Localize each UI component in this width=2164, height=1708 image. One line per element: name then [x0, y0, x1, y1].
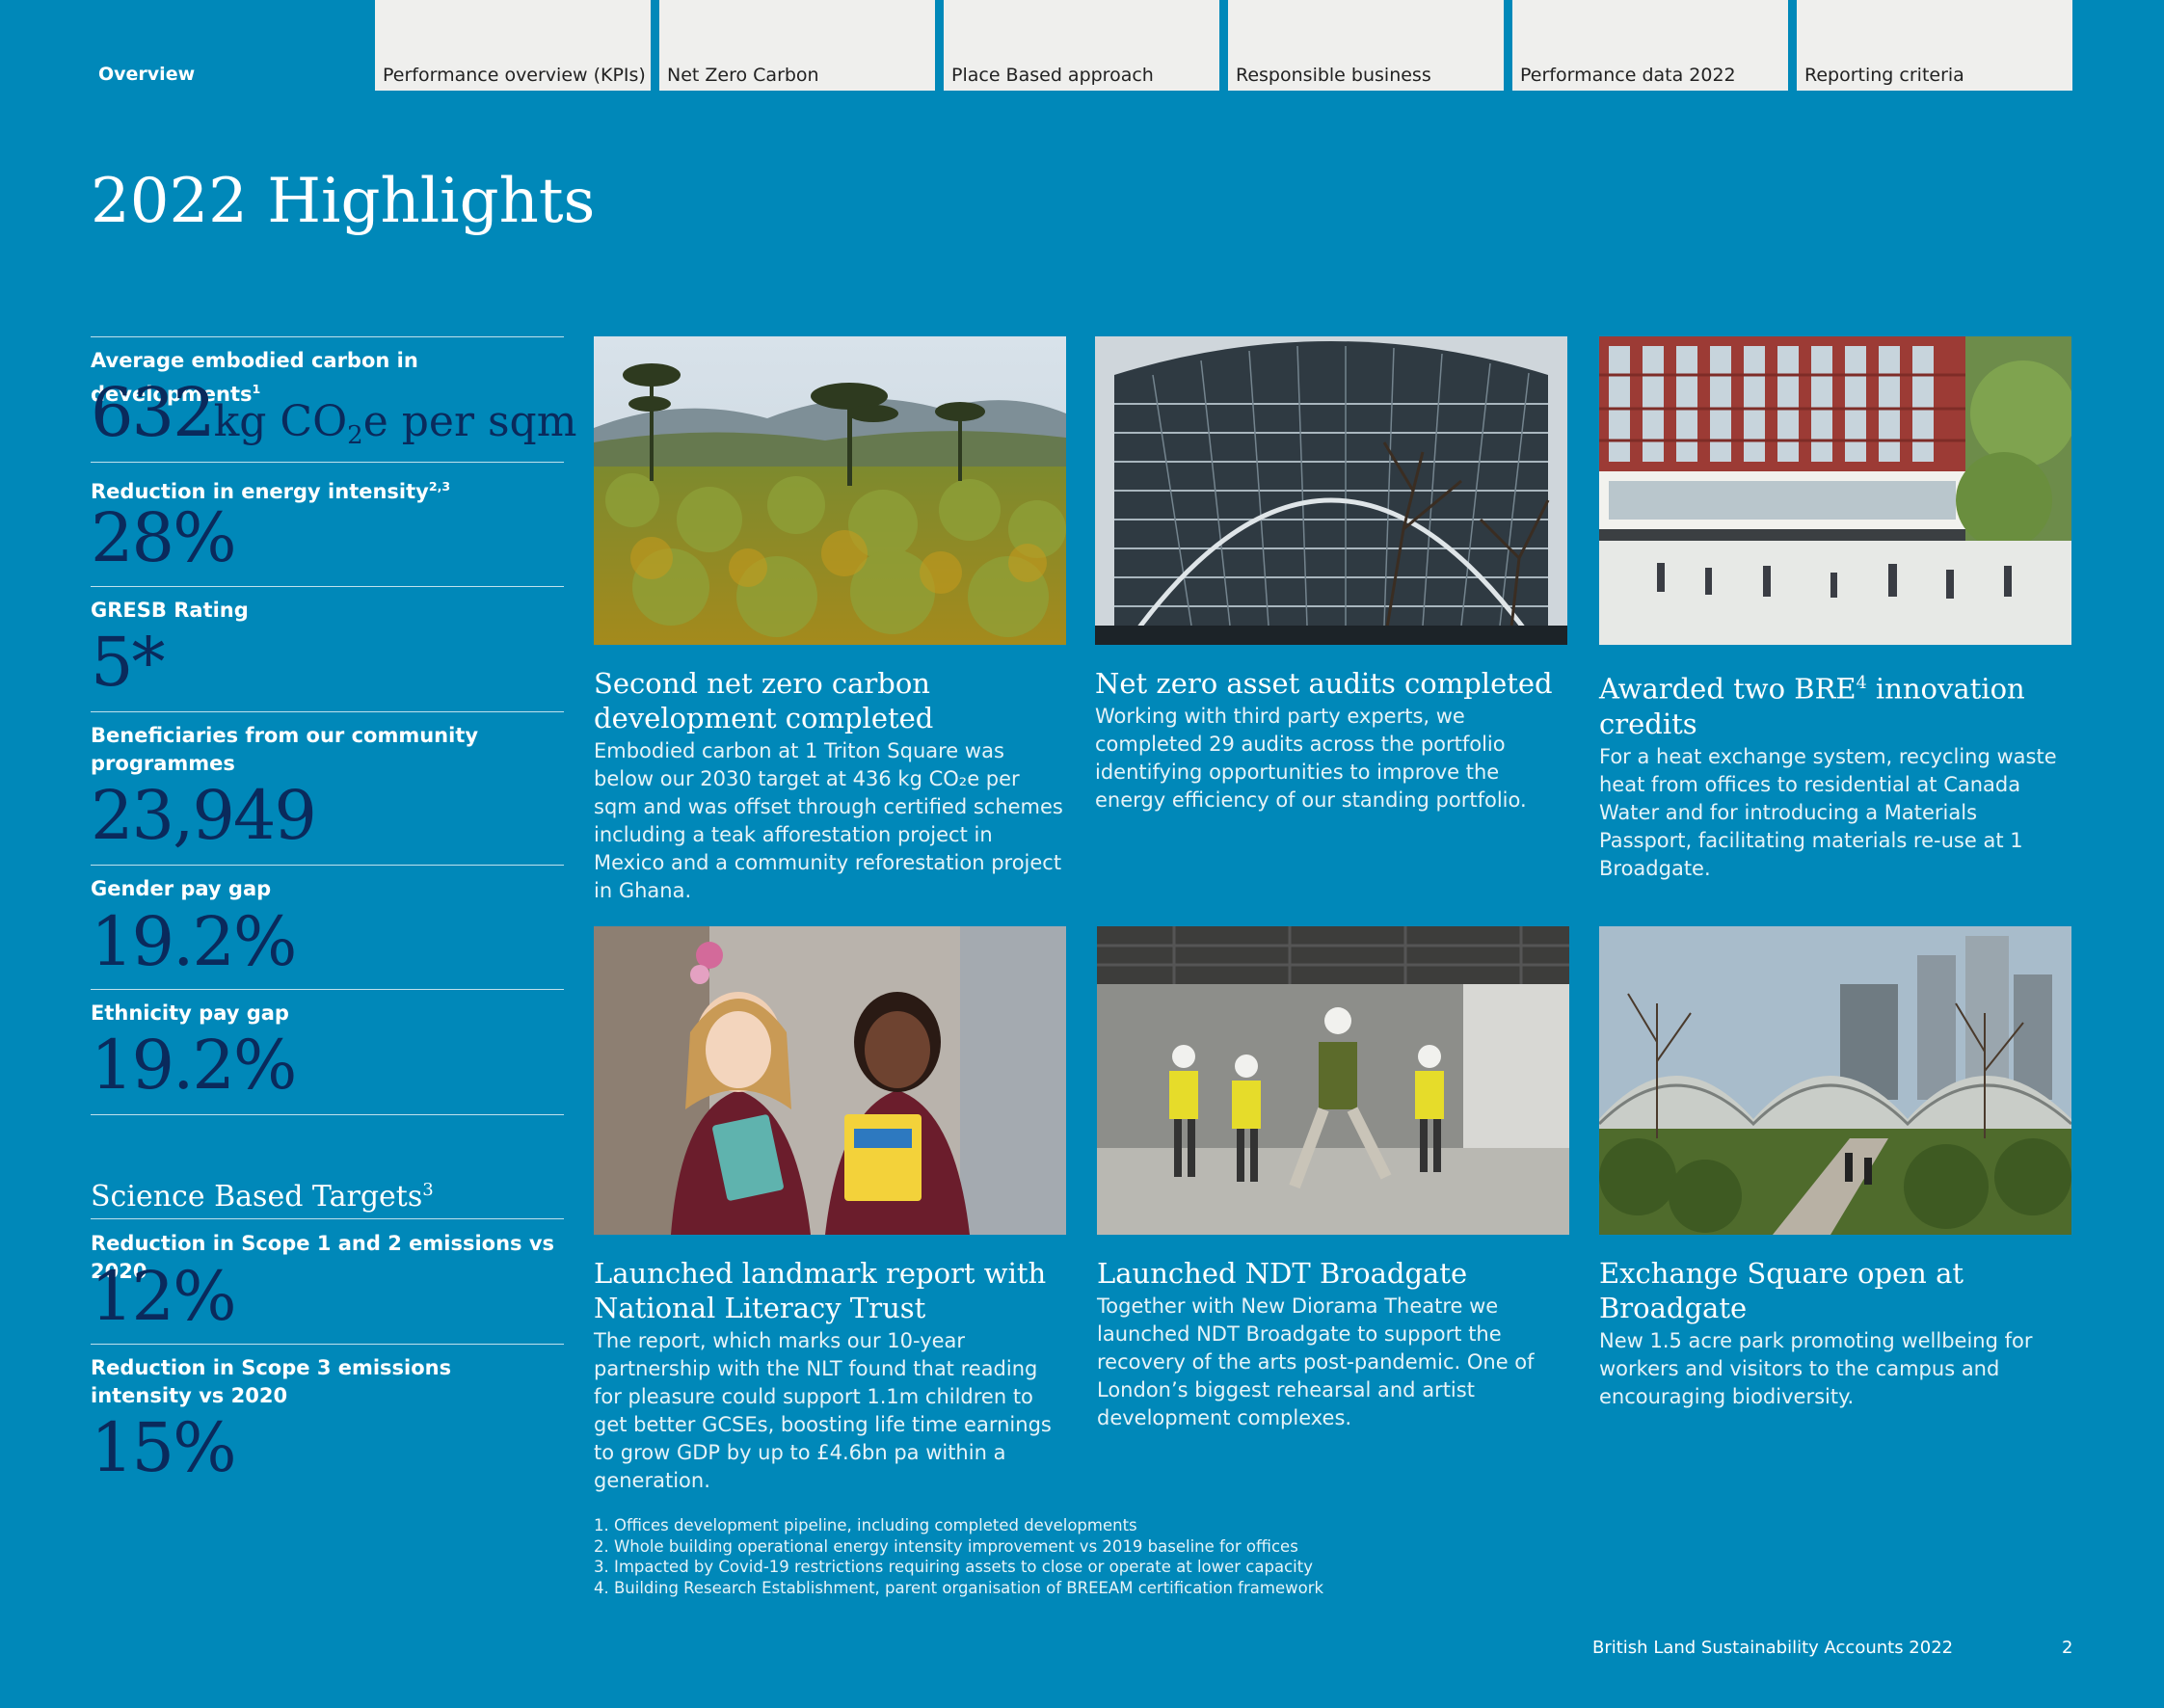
tab-label: Performance overview (KPIs) [383, 65, 646, 86]
tab-net-zero-carbon[interactable]: Net Zero Carbon [659, 0, 935, 91]
divider [91, 711, 564, 712]
highlight-card-net-zero-development: Second net zero carbon development compl… [594, 336, 1068, 905]
footnote: 4. Building Research Establishment, pare… [594, 1578, 1324, 1597]
highlight-card-ndt-broadgate: Launched NDT Broadgate Together with New… [1097, 926, 1571, 1432]
card-text: The report, which marks our 10-year part… [594, 1329, 1052, 1492]
broadgate-building-photo [1599, 336, 2071, 645]
kpi-value-energy-intensity: 28% [91, 498, 237, 577]
tab-responsible-business[interactable]: Responsible business [1228, 0, 1504, 91]
footnotes: 1. Offices development pipeline, includi… [594, 1515, 1323, 1598]
kpi-value-beneficiaries: 23,949 [91, 776, 317, 855]
footnote: 2. Whole building operational energy int… [594, 1536, 1298, 1556]
forest-photo [594, 336, 1066, 645]
tab-reporting-criteria[interactable]: Reporting criteria [1797, 0, 2072, 91]
kpi-value-scope-1-2: 12% [91, 1257, 237, 1336]
divider [91, 989, 564, 990]
page-title: 2022 Highlights [91, 166, 596, 237]
card-text: Together with New Diorama Theatre we lau… [1097, 1294, 1535, 1429]
footnote: 3. Impacted by Covid-19 restrictions req… [594, 1558, 1313, 1576]
children-reading-photo [594, 926, 1066, 1235]
divider [91, 586, 564, 587]
card-text: Working with third party experts, we com… [1095, 705, 1527, 812]
card-title: Exchange Square open at Broadgate [1599, 1257, 1964, 1324]
exchange-square-park-photo [1599, 926, 2071, 1235]
tab-label: Responsible business [1236, 65, 1431, 86]
nav-overview-link[interactable]: Overview [98, 64, 195, 85]
highlight-card-asset-audits: Net zero asset audits completed Working … [1095, 336, 1569, 814]
tab-performance-overview[interactable]: Performance overview (KPIs) [375, 0, 651, 91]
tab-performance-data-2022[interactable]: Performance data 2022 [1512, 0, 1788, 91]
office-building-photo [1095, 336, 1567, 645]
divider [91, 336, 564, 337]
footnote: 1. Offices development pipeline, includi… [594, 1516, 1137, 1535]
kpi-label-ethnicity-pay-gap: Ethnicity pay gap [91, 1001, 289, 1025]
kpi-label-scope-3: Reduction in Scope 3 emissions intensity… [91, 1356, 452, 1407]
highlight-card-bre-credits: Awarded two BRE4 innovation credits For … [1599, 336, 2073, 883]
footer-publication-title: British Land Sustainability Accounts 202… [1592, 1638, 1954, 1658]
card-text: New 1.5 acre park promoting wellbeing fo… [1599, 1329, 2033, 1408]
tab-label: Performance data 2022 [1520, 65, 1736, 86]
divider [91, 1344, 564, 1345]
tab-label: Place Based approach [951, 65, 1154, 86]
kpi-label-gresb: GRESB Rating [91, 599, 249, 622]
highlight-card-exchange-square: Exchange Square open at Broadgate New 1.… [1599, 926, 2073, 1411]
card-title: Launched landmark report with National L… [594, 1257, 1047, 1324]
kpi-value-embodied-carbon: 632kg CO2e per sqm [91, 373, 577, 452]
card-title: Second net zero carbon development compl… [594, 667, 934, 734]
card-title: Launched NDT Broadgate [1097, 1257, 1468, 1290]
kpi-value-gresb: 5* [91, 623, 166, 702]
kpi-value-scope-3: 15% [91, 1408, 237, 1487]
tab-label: Reporting criteria [1804, 65, 1964, 86]
divider [91, 1114, 564, 1115]
highlight-card-literacy-report: Launched landmark report with National L… [594, 926, 1068, 1495]
dancers-rehearsal-photo [1097, 926, 1569, 1235]
tab-label: Net Zero Carbon [667, 65, 819, 86]
divider [91, 865, 564, 866]
kpi-value-gender-pay-gap: 19.2% [91, 902, 297, 981]
card-text: Embodied carbon at 1 Triton Square was b… [594, 739, 1063, 902]
page-number: 2 [2062, 1638, 2073, 1658]
kpi-label-beneficiaries: Beneficiaries from our community program… [91, 724, 479, 775]
kpi-label-gender-pay-gap: Gender pay gap [91, 877, 272, 900]
divider [91, 462, 564, 463]
card-text: For a heat exchange system, recycling wa… [1599, 744, 2057, 880]
card-title: Awarded two BRE4 innovation credits [1599, 672, 2025, 740]
science-based-targets-heading: Science Based Targets3 [91, 1180, 434, 1214]
divider [91, 1218, 564, 1219]
card-title: Net zero asset audits completed [1095, 667, 1553, 700]
kpi-value-ethnicity-pay-gap: 19.2% [91, 1026, 297, 1105]
tab-place-based-approach[interactable]: Place Based approach [944, 0, 1219, 91]
